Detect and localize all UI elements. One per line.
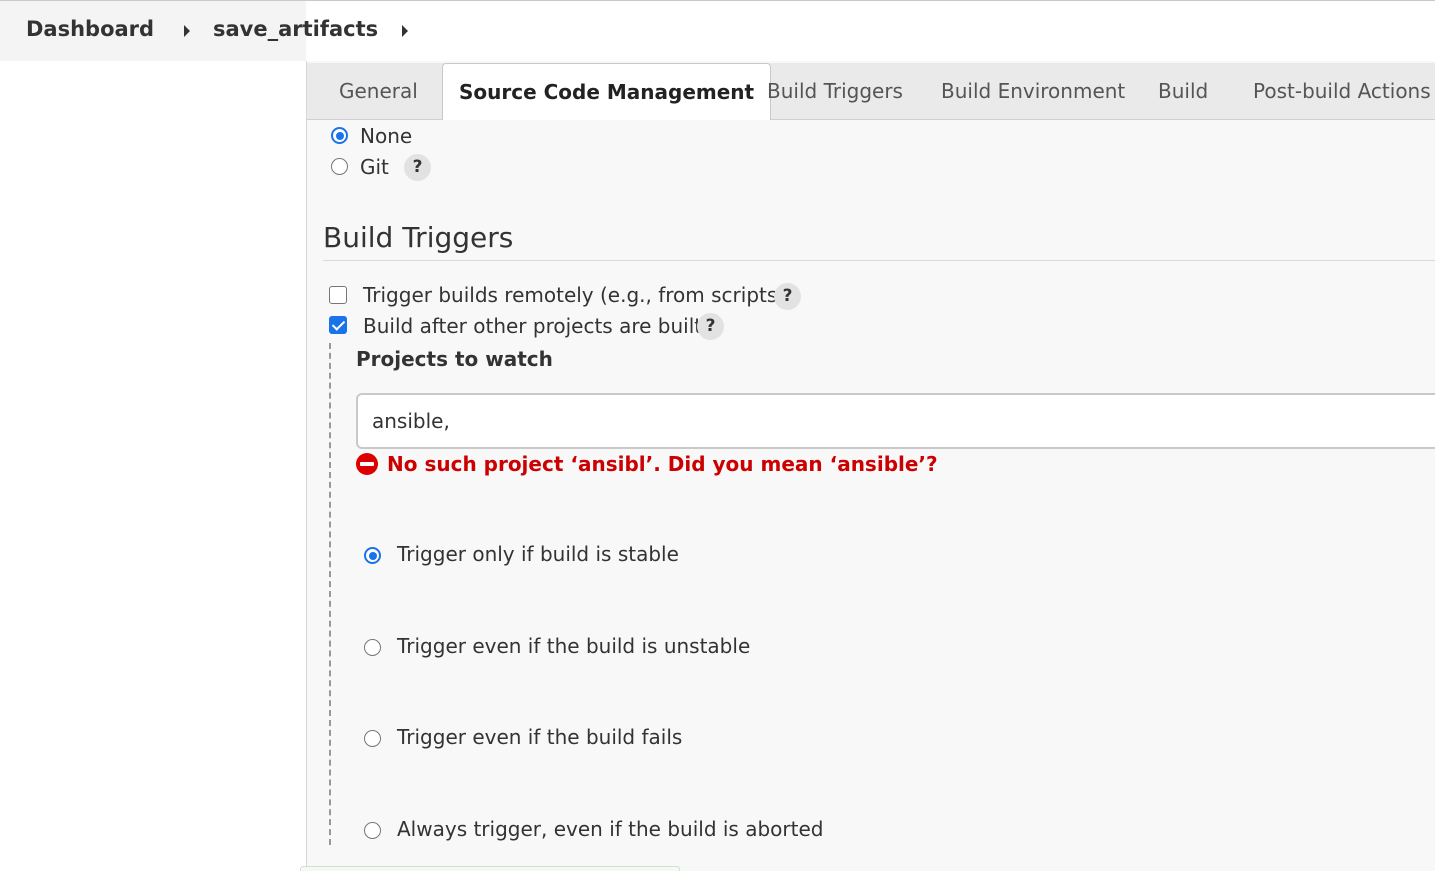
- trigger-remotely-checkbox[interactable]: [329, 286, 347, 304]
- error-icon: [356, 453, 378, 475]
- config-tabs: General Source Code Management Build Tri…: [307, 63, 1435, 120]
- config-panel: General Source Code Management Build Tri…: [306, 61, 1435, 871]
- trigger-remotely-label: Trigger builds remotely (e.g., from scri…: [363, 283, 786, 307]
- trigger-fails-label: Trigger even if the build fails: [397, 725, 683, 749]
- validation-error: No such project ‘ansibl’. Did you mean ‘…: [356, 450, 938, 478]
- trigger-aborted-radio[interactable]: [364, 822, 381, 839]
- trigger-fails-radio[interactable]: [364, 730, 381, 747]
- build-after-other-projects-label: Build after other projects are built: [363, 314, 703, 338]
- git-help-icon[interactable]: ?: [404, 154, 431, 181]
- trigger-stable-label: Trigger only if build is stable: [397, 542, 679, 566]
- section-title-build-triggers: Build Triggers: [323, 221, 514, 254]
- trigger-remotely-help-icon[interactable]: ?: [774, 283, 801, 310]
- nested-options-indicator: [329, 343, 331, 845]
- trigger-unstable-label: Trigger even if the build is unstable: [397, 634, 751, 658]
- error-message: No such project ‘ansibl’. Did you mean ‘…: [387, 452, 938, 476]
- breadcrumb: Dashboard save_artifacts: [0, 1, 1435, 61]
- trigger-unstable-radio[interactable]: [364, 639, 381, 656]
- scm-git-radio[interactable]: [331, 158, 348, 175]
- breadcrumb-job[interactable]: save_artifacts: [213, 17, 378, 41]
- tab-build-environment[interactable]: Build Environment: [941, 63, 1125, 120]
- build-after-other-projects-checkbox[interactable]: [329, 316, 347, 334]
- scm-none-label: None: [360, 124, 413, 148]
- tab-build[interactable]: Build: [1158, 63, 1208, 120]
- sidebar: [0, 61, 306, 871]
- tab-post-build-actions[interactable]: Post-build Actions: [1253, 63, 1431, 120]
- breadcrumb-dashboard[interactable]: Dashboard: [26, 17, 154, 41]
- trigger-stable-radio[interactable]: [364, 547, 381, 564]
- tab-general[interactable]: General: [339, 63, 418, 120]
- bottom-bar-edge: [300, 866, 680, 871]
- trigger-aborted-label: Always trigger, even if the build is abo…: [397, 817, 824, 841]
- build-after-help-icon[interactable]: ?: [697, 313, 724, 340]
- scm-git-label: Git: [360, 155, 389, 179]
- scm-none-radio[interactable]: [331, 127, 348, 144]
- section-divider: [323, 260, 1435, 261]
- projects-to-watch-label: Projects to watch: [356, 347, 553, 371]
- projects-to-watch-input[interactable]: ansible,: [356, 393, 1435, 449]
- tab-build-triggers[interactable]: Build Triggers: [767, 63, 903, 120]
- breadcrumb-chevron-icon[interactable]: [184, 25, 190, 37]
- tab-source-code-management[interactable]: Source Code Management: [442, 63, 772, 120]
- breadcrumb-chevron-icon[interactable]: [402, 25, 408, 37]
